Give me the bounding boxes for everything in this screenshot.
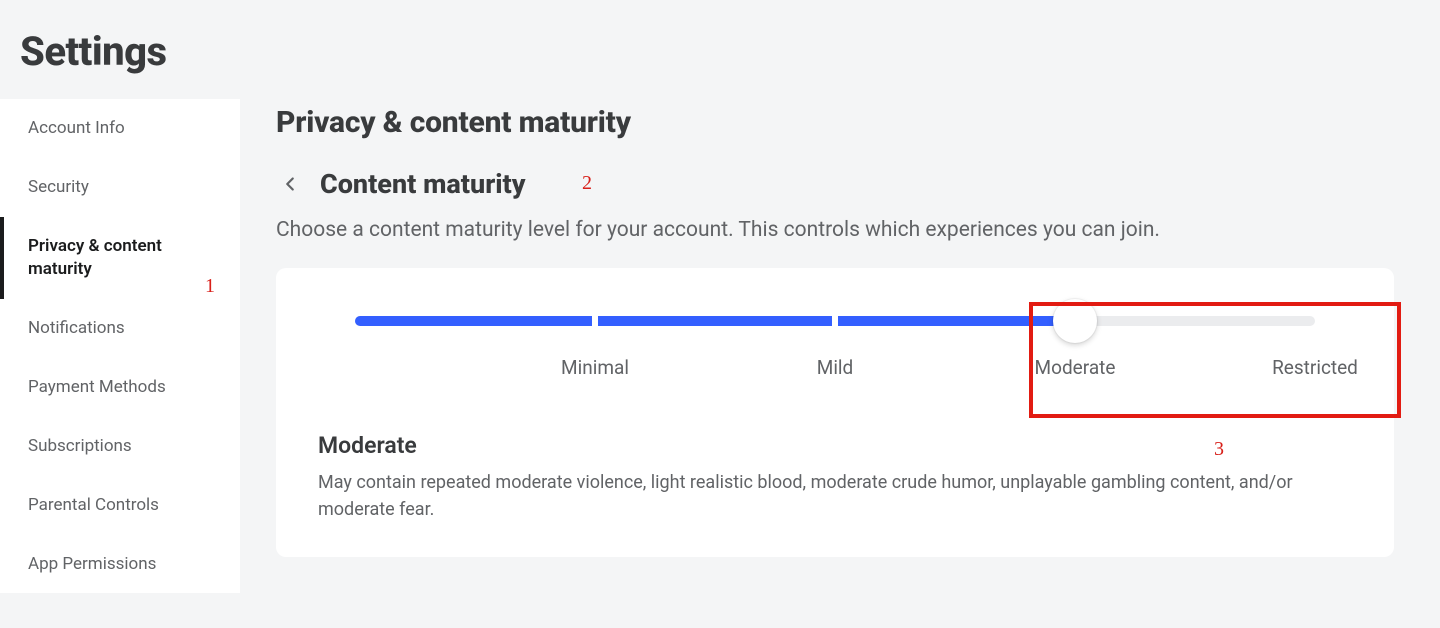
sidebar-item-parental-controls[interactable]: Parental Controls [0, 476, 240, 535]
slider-track [355, 316, 1315, 326]
sidebar-item-account-info[interactable]: Account Info [0, 99, 240, 158]
back-button[interactable] [276, 170, 304, 198]
page-title: Settings [0, 0, 1440, 99]
sidebar-item-app-permissions[interactable]: App Permissions [0, 535, 240, 594]
slider-labels: Minimal Mild Moderate Restricted [355, 356, 1315, 380]
sidebar-item-privacy-maturity[interactable]: Privacy & content maturity [0, 217, 240, 299]
annotation-2: 2 [582, 172, 592, 195]
slider-label-minimal: Minimal [561, 356, 629, 379]
slider-label-moderate: Moderate [1035, 356, 1116, 379]
slider-label-restricted: Restricted [1272, 356, 1358, 379]
content-maturity-description: Choose a content maturity level for your… [276, 218, 1394, 242]
current-level-description: May contain repeated moderate violence, … [318, 469, 1356, 523]
maturity-slider[interactable]: Minimal Mild Moderate Restricted [355, 316, 1315, 380]
subheader-title: Content maturity [320, 168, 526, 200]
slider-gap [832, 316, 838, 326]
sidebar-item-subscriptions[interactable]: Subscriptions [0, 417, 240, 476]
sidebar-item-security[interactable]: Security [0, 158, 240, 217]
sidebar-item-notifications[interactable]: Notifications [0, 299, 240, 358]
slider-gap [592, 316, 598, 326]
sidebar-item-payment-methods[interactable]: Payment Methods [0, 358, 240, 417]
chevron-left-icon [279, 173, 301, 195]
subheader-row: Content maturity 2 [276, 168, 1394, 200]
maturity-card: Minimal Mild Moderate Restricted Moderat… [276, 268, 1394, 557]
slider-fill [355, 316, 1075, 326]
settings-sidebar: Account Info Security Privacy & content … [0, 99, 240, 593]
current-level-title: Moderate [318, 432, 1356, 459]
slider-thumb[interactable] [1053, 299, 1097, 343]
section-title: Privacy & content maturity [276, 105, 1394, 140]
slider-label-mild: Mild [817, 356, 854, 379]
main-content: Privacy & content maturity Content matur… [240, 99, 1430, 557]
